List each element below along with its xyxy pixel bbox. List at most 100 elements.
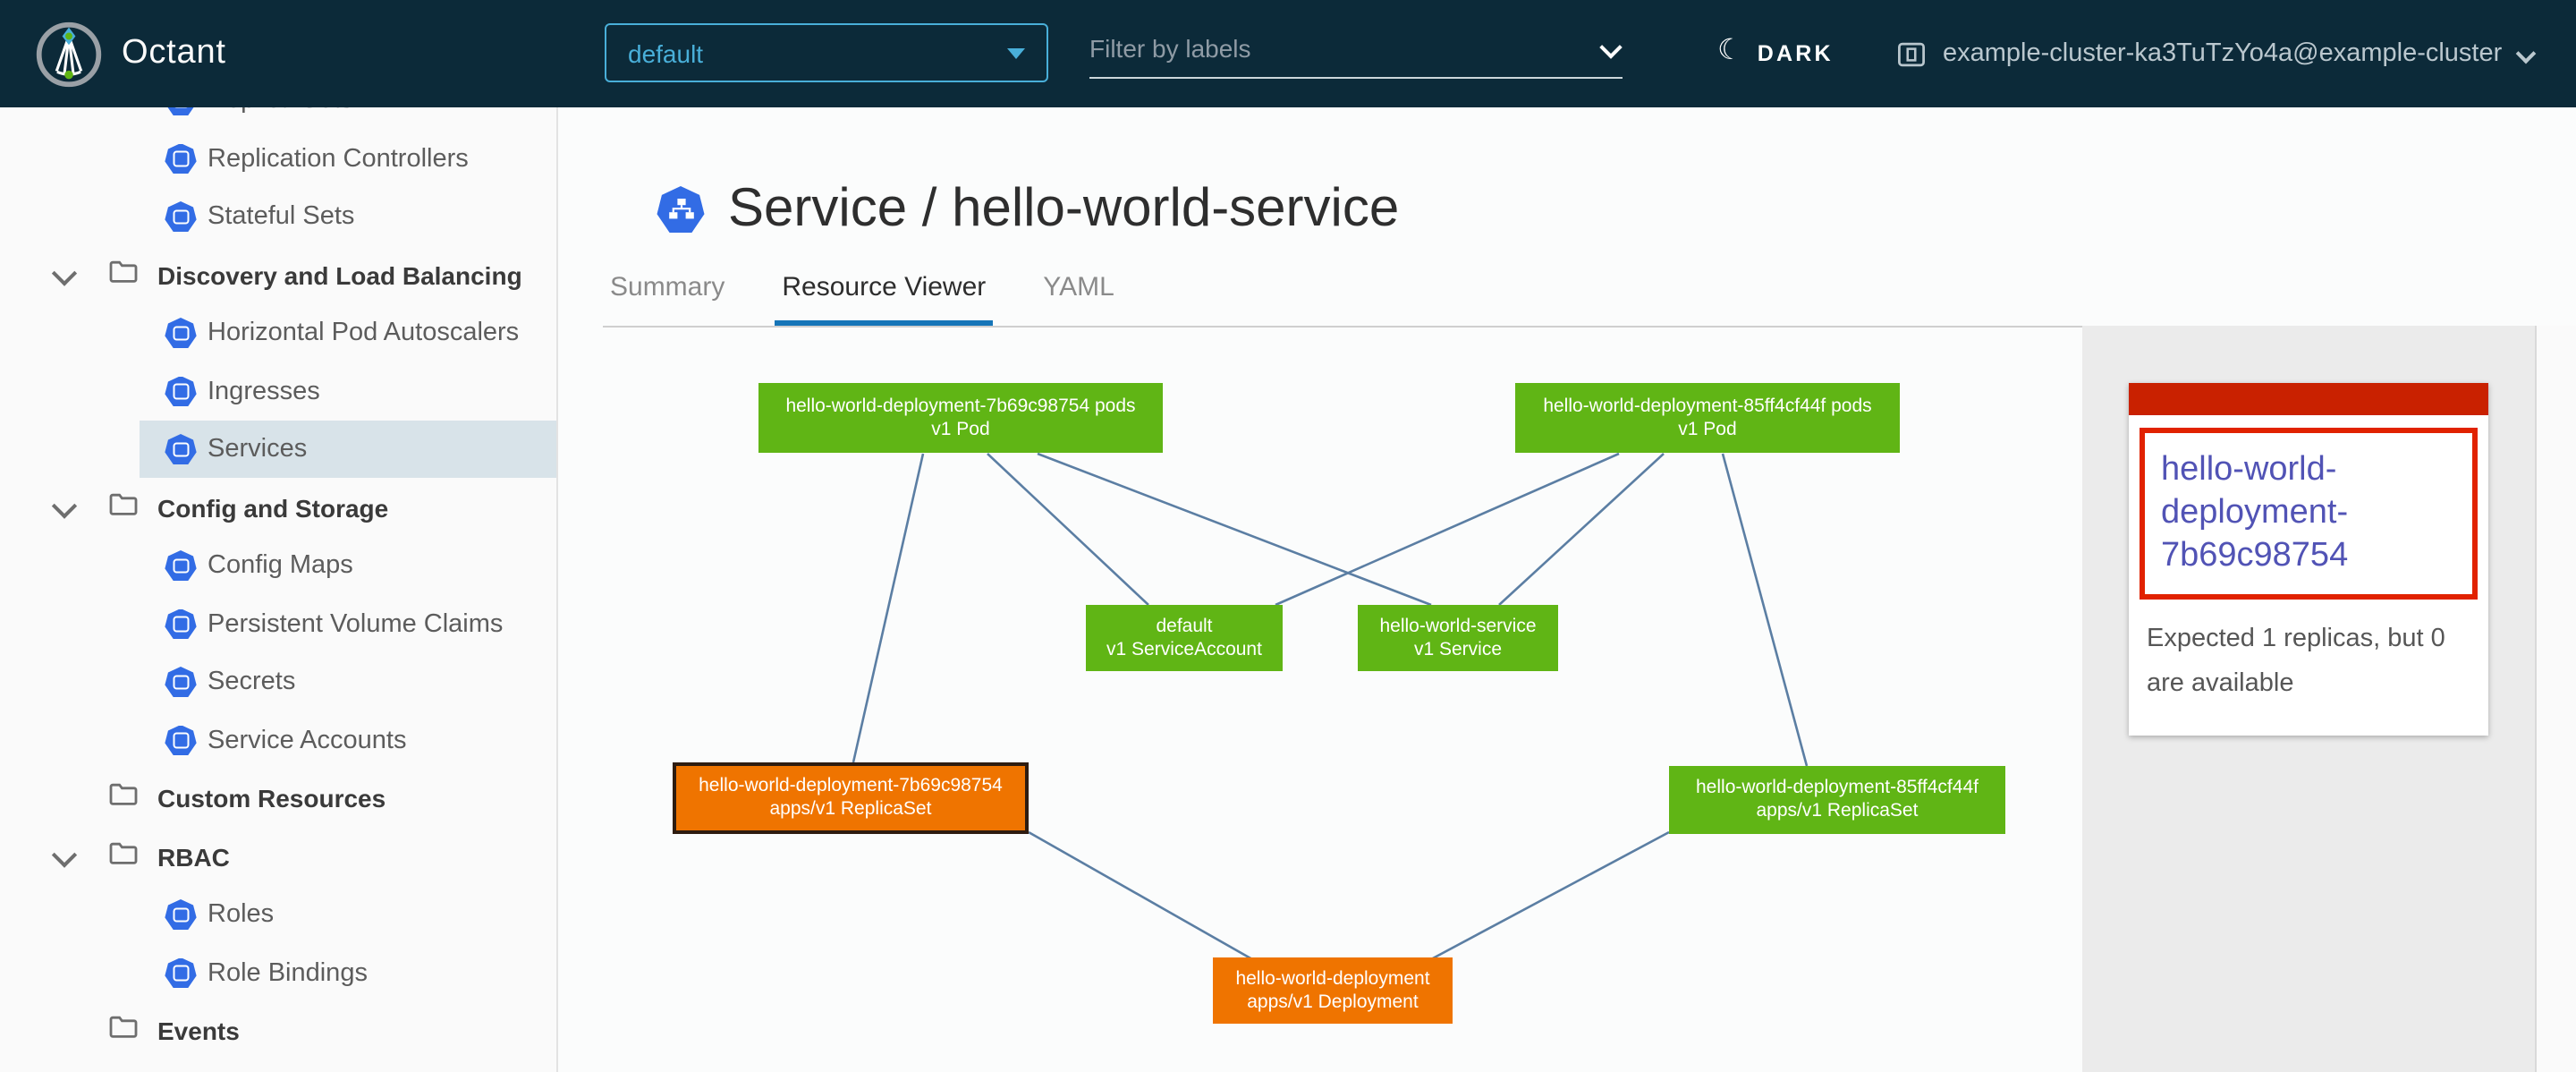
label-filter-placeholder: Filter by labels <box>1089 34 1251 63</box>
graph-node-service-hello-world[interactable]: hello-world-servicev1 Service <box>1358 605 1558 671</box>
chevron-down-icon[interactable] <box>52 841 77 866</box>
tab-yaml[interactable]: YAML <box>1036 272 1121 319</box>
sidebar-item-discovery-and-load-balancing[interactable]: Discovery and Load Balancing <box>0 246 556 304</box>
sidebar-item-label: Events <box>157 1017 240 1045</box>
replicaset-alert-card: hello-world-deployment-7b69c98754 Expect… <box>2129 383 2488 736</box>
sidebar-item-roles[interactable]: Roles <box>0 886 556 944</box>
context-name: example-cluster-ka3TuTzYo4a@example-clus… <box>1943 39 2502 68</box>
edge-replicaset-7b69c98754--deployment-hello-world <box>1029 832 1252 959</box>
graph-node-replicaset-85ff4cf44f[interactable]: hello-world-deployment-85ff4cf44fapps/v1… <box>1669 766 2005 834</box>
node-type: v1 ServiceAccount <box>1106 638 1262 661</box>
sidebar-item-events[interactable]: Events <box>0 1002 556 1060</box>
sidebar-item-label: Secrets <box>208 668 295 696</box>
sidebar-nav: Replica SetsReplication ControllersState… <box>0 72 556 1060</box>
main-content: Service / hello-world-service Summary Res… <box>558 107 2576 1072</box>
sidebar-item-label: Persistent Volume Claims <box>208 609 503 638</box>
sidebar-item-custom-resources[interactable]: Custom Resources <box>0 770 556 828</box>
service-icon <box>165 434 197 464</box>
sidebar-item-service-accounts[interactable]: Service Accounts <box>0 711 556 770</box>
persistent-volume-claim-icon <box>165 608 197 639</box>
edge-pod-7b69c98754--replicaset-7b69c98754 <box>853 454 923 762</box>
graph-node-pod-7b69c98754[interactable]: hello-world-deployment-7b69c98754 podsv1… <box>758 383 1163 453</box>
role-icon <box>165 899 197 930</box>
node-name: hello-world-deployment-85ff4cf44f <box>1696 777 1979 800</box>
label-filter-input[interactable]: Filter by labels <box>1089 25 1623 73</box>
service-resource-icon <box>657 186 705 233</box>
app-header: Octant default Filter by labels ☾ DARK e… <box>0 0 2576 107</box>
node-type: apps/v1 ReplicaSet <box>1757 800 1919 823</box>
graph-node-deployment-hello-world[interactable]: hello-world-deploymentapps/v1 Deployment <box>1213 957 1453 1024</box>
sidebar-item-rbac[interactable]: RBAC <box>0 828 556 886</box>
edge-replicaset-85ff4cf44f--deployment-hello-world <box>1431 832 1669 959</box>
sidebar-item-label: Services <box>208 435 307 464</box>
sidebar-item-replication-controllers[interactable]: Replication Controllers <box>0 130 556 188</box>
sidebar-item-label: Custom Resources <box>157 784 386 813</box>
graph-node-serviceaccount-default[interactable]: defaultv1 ServiceAccount <box>1086 605 1283 671</box>
edge-pod-85ff4cf44f--service-hello-world <box>1499 454 1664 605</box>
sidebar-item-horizontal-pod-autoscalers[interactable]: Horizontal Pod Autoscalers <box>0 304 556 362</box>
sidebar-item-role-bindings[interactable]: Role Bindings <box>0 944 556 1002</box>
app-title: Octant <box>122 34 226 73</box>
sidebar-item-config-and-storage[interactable]: Config and Storage <box>0 479 556 537</box>
theme-toggle[interactable]: ☾ DARK <box>1717 0 1834 107</box>
chevron-down-icon[interactable] <box>52 492 77 517</box>
node-type: apps/v1 ReplicaSet <box>770 798 932 821</box>
sidebar-item-label: Config and Storage <box>157 493 388 522</box>
edge-pod-7b69c98754--service-hello-world <box>1038 454 1431 605</box>
replication-controller-icon <box>165 143 197 174</box>
graph-node-pod-85ff4cf44f[interactable]: hello-world-deployment-85ff4cf44f podsv1… <box>1515 383 1900 453</box>
stateful-set-icon <box>165 201 197 232</box>
tab-bar: Summary Resource Viewer YAML <box>603 272 1165 325</box>
edge-pod-85ff4cf44f--replicaset-85ff4cf44f <box>1723 454 1807 766</box>
horizontal-pod-autoscaler-icon <box>165 318 197 348</box>
sidebar-item-config-maps[interactable]: Config Maps <box>0 537 556 595</box>
node-type: v1 Service <box>1414 638 1502 661</box>
sidebar-item-label: Config Maps <box>208 551 353 580</box>
selected-object-link[interactable]: hello-world-deployment-7b69c98754 <box>2161 451 2348 574</box>
sidebar-item-label: Stateful Sets <box>208 202 354 231</box>
sidebar-item-services[interactable]: Services <box>0 421 556 479</box>
alert-message: Expected 1 replicas, but 0 are available <box>2129 600 2488 736</box>
sidebar-item-secrets[interactable]: Secrets <box>0 653 556 711</box>
status-panel: hello-world-deployment-7b69c98754 Expect… <box>2082 326 2535 1072</box>
folder-icon <box>109 491 138 523</box>
sidebar-item-label: Replication Controllers <box>208 144 469 173</box>
filter-underline <box>1089 77 1623 79</box>
node-type: v1 Pod <box>931 418 989 441</box>
octant-logo-icon <box>36 21 102 87</box>
sidebar-item-label: RBAC <box>157 842 230 871</box>
tab-summary[interactable]: Summary <box>603 272 732 319</box>
tab-resource-viewer[interactable]: Resource Viewer <box>775 272 993 325</box>
context-chevron-icon <box>2515 44 2536 64</box>
selected-object-box: hello-world-deployment-7b69c98754 <box>2140 428 2478 600</box>
sidebar-item-label: Service Accounts <box>208 726 406 754</box>
node-name: hello-world-deployment-85ff4cf44f pods <box>1543 395 1871 418</box>
sidebar-item-label: Roles <box>208 900 274 929</box>
edge-pod-85ff4cf44f--serviceaccount-default <box>1275 454 1619 605</box>
node-name: default <box>1156 615 1212 638</box>
graph-node-replicaset-7b69c98754[interactable]: hello-world-deployment-7b69c98754apps/v1… <box>673 762 1029 834</box>
context-selector[interactable]: example-cluster-ka3TuTzYo4a@example-clus… <box>1896 0 2532 107</box>
namespace-selector[interactable]: default <box>605 23 1048 82</box>
folder-icon <box>109 782 138 814</box>
app-brand: Octant <box>36 21 555 87</box>
sidebar-item-label: Discovery and Load Balancing <box>157 260 522 289</box>
page-scrollbar[interactable] <box>2535 326 2576 1072</box>
sidebar-item-persistent-volume-claims[interactable]: Persistent Volume Claims <box>0 595 556 653</box>
sidebar-item-label: Horizontal Pod Autoscalers <box>208 319 519 347</box>
octant-app: Replica SetsReplication ControllersState… <box>0 0 2576 1072</box>
node-name: hello-world-service <box>1379 615 1536 638</box>
edge-pod-7b69c98754--serviceaccount-default <box>987 454 1148 605</box>
service-account-icon <box>165 725 197 755</box>
node-type: apps/v1 Deployment <box>1247 991 1418 1014</box>
sidebar-item-ingresses[interactable]: Ingresses <box>0 362 556 421</box>
dropdown-caret-icon <box>1007 47 1025 58</box>
theme-toggle-label: DARK <box>1758 41 1834 66</box>
sidebar-item-stateful-sets[interactable]: Stateful Sets <box>0 188 556 246</box>
ingress-icon <box>165 376 197 406</box>
config-map-icon <box>165 550 197 581</box>
chevron-down-icon[interactable] <box>52 259 77 285</box>
folder-icon <box>109 259 138 291</box>
alert-severity-bar <box>2129 383 2488 415</box>
page-title-text: Service / hello-world-service <box>728 179 1399 240</box>
